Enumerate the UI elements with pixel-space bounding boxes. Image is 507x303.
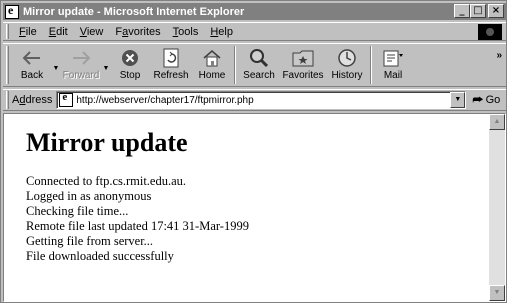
- toolbar-more-icon[interactable]: »: [496, 50, 502, 61]
- favorites-folder-icon: [291, 47, 315, 69]
- maximize-button[interactable]: □: [470, 4, 486, 18]
- menu-file[interactable]: File: [13, 26, 43, 38]
- log-line: Getting file from server...: [26, 234, 154, 248]
- minimize-button[interactable]: _: [454, 4, 470, 18]
- log-line: Connected to ftp.cs.rmit.edu.au.: [26, 174, 187, 188]
- menu-edit[interactable]: Edit: [43, 26, 74, 38]
- address-grip[interactable]: [6, 91, 9, 109]
- window-title: Mirror update - Microsoft Internet Explo…: [23, 5, 245, 18]
- go-arrow-icon: ⮫: [472, 92, 484, 107]
- toolbar-separator: [234, 46, 236, 84]
- back-button[interactable]: Back: [13, 44, 51, 86]
- menu-view[interactable]: View: [74, 26, 110, 38]
- page-content: Mirror update Connected to ftp.cs.rmit.e…: [4, 114, 490, 301]
- address-dropdown-icon[interactable]: ▼: [450, 92, 466, 108]
- forward-arrow-icon: [69, 47, 93, 69]
- back-arrow-icon: [20, 47, 44, 69]
- back-dropdown-icon[interactable]: ▼: [51, 44, 61, 86]
- menu-bar: File Edit View Favorites Tools Help: [3, 22, 506, 41]
- ie-logo-icon[interactable]: [5, 3, 19, 19]
- history-icon: [335, 47, 359, 69]
- window-controls: _ □ ×: [454, 4, 504, 18]
- log-line: File downloaded successfully: [26, 249, 174, 263]
- toolbar-grip[interactable]: [6, 46, 9, 84]
- log-line: Remote file last updated 17:41 31-Mar-19…: [26, 219, 249, 233]
- stop-icon: [118, 47, 142, 69]
- address-label: Address: [12, 94, 53, 106]
- go-button[interactable]: ⮫ Go: [472, 93, 500, 108]
- address-input[interactable]: http://webserver/chapter17/ftpmirror.php…: [56, 91, 467, 109]
- scroll-up-button[interactable]: ▲: [489, 114, 505, 130]
- search-icon: [247, 47, 271, 69]
- menu-help[interactable]: Help: [204, 26, 239, 38]
- forward-button[interactable]: Forward: [61, 44, 101, 86]
- menu-favorites[interactable]: Favorites: [109, 26, 166, 38]
- log-line: Checking file time...: [26, 204, 129, 218]
- close-button[interactable]: ×: [488, 4, 504, 18]
- address-url[interactable]: http://webserver/chapter17/ftpmirror.php: [76, 95, 253, 106]
- history-button[interactable]: History: [327, 44, 367, 86]
- refresh-icon: [159, 47, 183, 69]
- menu-tools[interactable]: Tools: [167, 26, 205, 38]
- log-line: Logged in as anonymous: [26, 189, 152, 203]
- standard-toolbar: Back ▼ Forward ▼ Stop Refresh Home Searc…: [3, 43, 506, 87]
- browser-window: Mirror update - Microsoft Internet Explo…: [0, 0, 507, 303]
- toolbar-separator: [370, 46, 372, 84]
- forward-dropdown-icon[interactable]: ▼: [101, 44, 111, 86]
- page-heading: Mirror update: [26, 128, 188, 157]
- scroll-down-button[interactable]: ▼: [489, 285, 505, 301]
- vertical-scrollbar[interactable]: ▲ ▼: [489, 114, 505, 301]
- menu-grip[interactable]: [6, 24, 9, 39]
- address-bar: Address http://webserver/chapter17/ftpmi…: [3, 89, 506, 111]
- home-button[interactable]: Home: [193, 44, 231, 86]
- content-viewport: Mirror update Connected to ftp.cs.rmit.e…: [3, 113, 506, 302]
- windows-logo-icon: [478, 24, 502, 40]
- refresh-button[interactable]: Refresh: [149, 44, 193, 86]
- mail-icon: [381, 47, 405, 69]
- mail-button[interactable]: Mail: [375, 44, 411, 86]
- home-icon: [200, 47, 224, 69]
- title-bar[interactable]: Mirror update - Microsoft Internet Explo…: [3, 3, 506, 20]
- favorites-button[interactable]: Favorites: [279, 44, 327, 86]
- page-icon: [59, 91, 74, 107]
- stop-button[interactable]: Stop: [111, 44, 149, 86]
- search-button[interactable]: Search: [239, 44, 279, 86]
